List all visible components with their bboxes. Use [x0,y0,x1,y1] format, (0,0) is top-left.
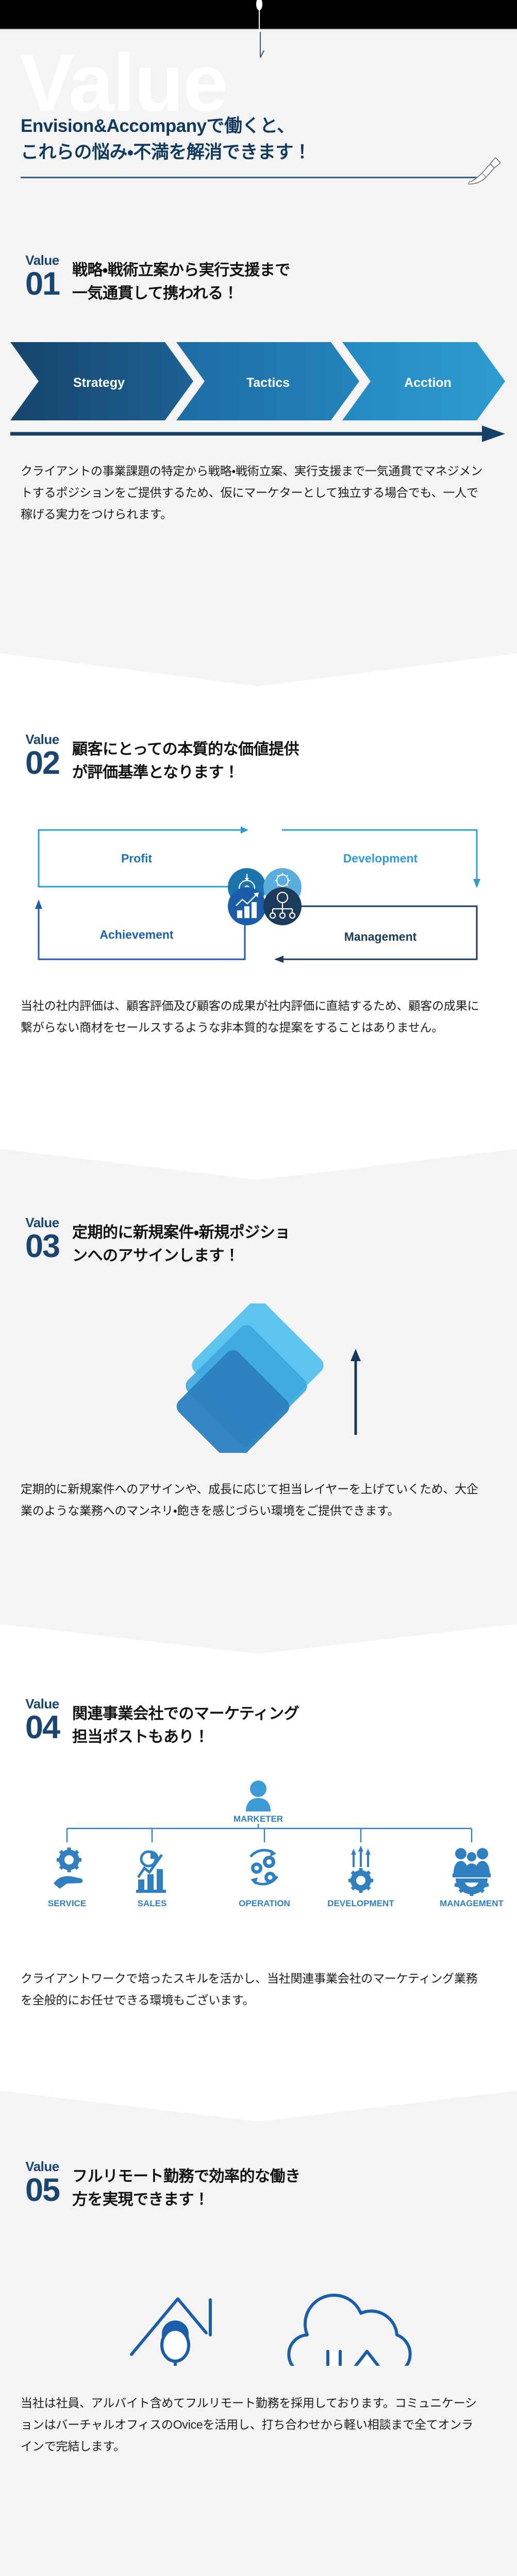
org-label-operation: OPERATION [239,1899,290,1908]
cycle-label-development: Development [343,852,418,865]
value-title-line2: が評価基準となります！ [72,764,239,781]
value-label: Value [25,1215,59,1230]
section-divider-4 [0,2088,517,2125]
value-label: Value [25,252,59,268]
pin-stem [259,7,260,32]
value-header-03: Value 03 定期的に新規案件・新規ポジショ ンへのアサインします！ [12,1215,495,1267]
stacked-layers-diagram [0,1303,517,1453]
value-title-line1: フルリモート勤務で効率的な働き [72,2168,301,2185]
value-title-02: 顧客にとっての本質的な価値提供 が評価基準となります！ [72,732,495,784]
section-divider-1 [0,649,517,686]
gear-arrows-up-icon [348,1845,373,1893]
value-title-01: 戦略・戦術立案から実行支援まで 一気通貫して携われる！ [72,252,495,305]
scroll-down-arrow-icon [256,32,265,60]
value-label: Value [25,2159,59,2174]
chart-growth-icon [136,1850,166,1893]
value-title-03: 定期的に新規案件・新規ポジショ ンへのアサインします！ [72,1215,495,1267]
pen-writing-icon [466,152,503,184]
value-title-05: フルリモート勤務で効率的な働き 方を実現できます！ [72,2159,495,2211]
cycle-label-achievement: Achievement [99,928,174,941]
value-title-line2: 担当ポストもあり！ [72,1728,209,1745]
bar-chart-up-icon [228,887,266,925]
org-root-label: MARKETER [234,1814,283,1824]
org-chart-icon [263,887,302,925]
org-label-sales: SALES [138,1899,167,1908]
people-gear-icon [453,1848,491,1896]
value-header-01: Value 01 戦略・戦術立案から実行支援まで 一気通貫して携われる！ [12,252,495,305]
value-title-line1: 顧客にとっての本質的な価値提供 [72,741,299,758]
chevron-label-acction: Acction [404,376,452,390]
value-label: Value [25,1696,59,1711]
value-body-02: 当社の社内評価は、顧客評価及び顧客の成果が社内評価に直結するため、顧客の成果に繋… [21,999,479,1034]
chevron-flow-diagram: Strategy Tactics Acction [10,340,507,422]
value-digits: 03 [25,1228,60,1264]
progress-arrow-icon [10,423,507,444]
value-body-05: 当社は社員、アルバイト含めてフルリモート勤務を採用しております。コミュニケーショ… [21,2396,477,2453]
value-section-03: Value 03 定期的に新規案件・新規ポジショ ンへのアサインします！ 定期的… [0,1182,517,1620]
value-number-03: Value 03 [12,1215,72,1263]
section-divider-2 [0,1145,517,1182]
value-body-03: 定期的に新規案件へのアサインや、成長に応じて担当レイヤーを上げていくため、大企業… [21,1482,478,1517]
value-header-04: Value 04 関連事業会社でのマーケティング 担当ポストもあり！ [12,1696,495,1749]
section-divider-3 [0,1620,517,1657]
gear-hand-icon [54,1848,83,1889]
value-body-01: クライアントの事業課題の特定から戦略・戦術立案、実行支援まで一気通貫でマネジメン… [21,464,482,521]
up-arrow-icon [351,1349,361,1435]
chevron-label-strategy: Strategy [73,376,125,390]
value-body-04: クライアントワークで培ったスキルを活かし、当社関連事業会社のマーケティング業務を… [21,1972,478,2007]
hero-watermark: Value [20,38,228,128]
value-title-line1: 関連事業会社でのマーケティング [72,1705,299,1722]
cycle-label-profit: Profit [121,852,152,865]
value-number-04: Value 04 [12,1696,72,1744]
value-number-02: Value 02 [12,732,72,779]
value-title-line1: 定期的に新規案件・新規ポジショ [72,1224,290,1241]
org-label-service: SERVICE [48,1899,86,1908]
value-section-05: Value 05 フルリモート勤務で効率的な働き 方を実現できます！ 当社は社員… [0,2125,517,2576]
value-number-01: Value 01 [12,252,72,300]
value-digits: 02 [25,745,60,781]
value-title-line2: ンへのアサインします！ [72,1247,240,1264]
value-section-02: Value 02 顧客にとっての本質的な価値提供 が評価基準となります！ Pro… [0,686,517,1145]
org-label-development: DEVELOPMENT [327,1899,394,1908]
value-header-05: Value 05 フルリモート勤務で効率的な働き 方を実現できます！ [12,2159,495,2211]
value-title-line2: 方を実現できます！ [72,2191,209,2208]
remote-work-icons [0,2242,517,2366]
value-cycle-diagram: Profit Development Achievement Managemen… [10,826,505,965]
value-number-05: Value 05 [12,2159,72,2207]
hero-title-line1: Envision&Accompanyで働くと、 [21,116,295,136]
value-title-line1: 戦略・戦術立案から実行支援まで [72,262,290,279]
hero-title-line2: これらの悩み・不満を解消できます！ [21,142,311,162]
chevron-label-tactics: Tactics [246,376,290,390]
hero-underline [21,177,479,178]
org-label-management: MANAGEMENT [440,1899,504,1908]
person-icon [246,1781,271,1811]
hero-title: Envision&Accompanyで働くと、 これらの悩み・不満を解消できます… [21,113,500,166]
value-label: Value [25,732,59,747]
home-worker-laptop-icon [130,2297,212,2366]
value-section-01: Value 01 戦略・戦術立案から実行支援まで 一気通貫して携われる！ Str… [0,205,517,649]
value-header-02: Value 02 顧客にとっての本質的な価値提供 が評価基準となります！ [12,732,495,784]
value-section-04: Value 04 関連事業会社でのマーケティング 担当ポストもあり！ MARKE… [0,1657,517,2088]
value-title-04: 関連事業会社でのマーケティング 担当ポストもあり！ [72,1696,495,1749]
value-digits: 04 [25,1709,60,1745]
value-title-line2: 一気通貫して携われる！ [72,285,239,302]
gears-cycle-icon [249,1849,279,1886]
value-digits: 05 [25,2172,60,2208]
org-chart-diagram: MARKETER SERVICE SALES OPERATION DEVELOP… [0,1780,517,1919]
value-digits: 01 [25,266,60,302]
cycle-label-management: Management [344,930,417,943]
cloud-sync-icon [287,2293,412,2366]
